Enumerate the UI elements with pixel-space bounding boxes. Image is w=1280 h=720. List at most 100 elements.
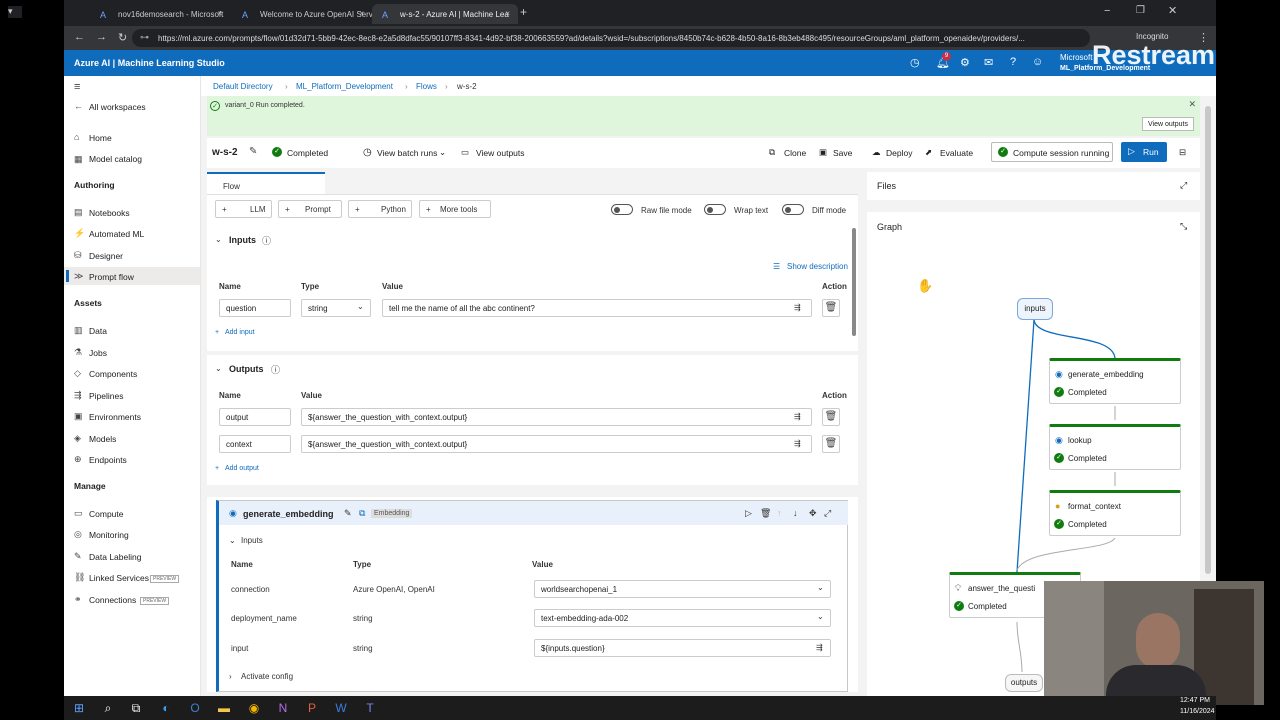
expand-icon[interactable]: ⤢ (824, 508, 831, 519)
deployment-select[interactable]: text-embedding-ada-002 (534, 609, 831, 627)
nav-jobs[interactable]: Jobs (89, 348, 107, 358)
close-icon[interactable]: × (217, 9, 222, 18)
output-value-field[interactable]: ${answer_the_question_with_context.outpu… (301, 408, 812, 426)
graph-inputs-node[interactable]: inputs (1017, 298, 1053, 320)
tab-search-icon[interactable]: ▾ (8, 6, 22, 18)
nav-linked-services[interactable]: Linked Services (89, 573, 149, 583)
all-workspaces-link[interactable]: All workspaces (89, 102, 146, 112)
python-tool-button[interactable]: + Python (348, 200, 412, 218)
output-name-field[interactable]: output (219, 408, 291, 426)
output-name-field[interactable]: context (219, 435, 291, 453)
view-outputs-banner-button[interactable]: View outputs (1142, 117, 1194, 131)
breadcrumb-workspace[interactable]: ML_Platform_Development (296, 82, 393, 91)
expand-text-icon[interactable]: ⇶ (794, 412, 801, 421)
pencil-icon[interactable]: ✎ (249, 146, 257, 157)
search-icon[interactable]: ⌕ (99, 699, 117, 717)
pencil-icon[interactable]: ✎ (344, 508, 352, 519)
account-name[interactable]: Microsoft (1060, 53, 1092, 62)
close-icon[interactable]: ✕ (1188, 99, 1196, 110)
browser-tab[interactable]: Anov16demosearch - Microsoft × (90, 4, 230, 24)
compute-session-button[interactable]: ✓ Compute session running (991, 142, 1113, 162)
word-icon[interactable]: W (332, 699, 350, 717)
reload-icon[interactable]: ↻ (118, 31, 127, 44)
prompt-tool-button[interactable]: + Prompt (278, 200, 342, 218)
expand-text-icon[interactable]: ⇶ (794, 439, 801, 448)
connection-select[interactable]: worldsearchopenai_1 (534, 580, 831, 598)
input-name-field[interactable]: question (219, 299, 291, 317)
panel-toggle-icon[interactable]: ⊟ (1179, 147, 1186, 158)
breadcrumb-directory[interactable]: Default Directory (213, 82, 273, 91)
edge-icon[interactable]: ◐ (157, 699, 175, 717)
chevron-down-icon[interactable]: ⌄ (215, 364, 222, 373)
onenote-icon[interactable]: N (274, 699, 292, 717)
info-icon[interactable]: ⓘ (262, 234, 271, 247)
nav-designer[interactable]: Designer (89, 251, 123, 261)
nav-home[interactable]: Home (89, 133, 112, 143)
window-close-icon[interactable]: ✕ (1168, 4, 1177, 17)
tab-flow[interactable]: Flow (207, 172, 325, 194)
play-icon[interactable]: ▷ (745, 508, 752, 519)
chevron-right-icon[interactable]: › (229, 672, 232, 681)
deploy-button[interactable]: Deploy (886, 148, 912, 158)
windows-start-icon[interactable]: ⊞ (70, 699, 88, 717)
nav-environments[interactable]: Environments (89, 412, 141, 422)
forward-icon[interactable]: → (96, 31, 107, 43)
delete-icon[interactable]: 🗑︎ (822, 435, 840, 453)
help-icon[interactable]: ? (1010, 56, 1016, 68)
nav-notebooks[interactable]: Notebooks (89, 208, 130, 218)
new-tab-icon[interactable]: + (520, 5, 527, 19)
arrow-up-icon[interactable]: ↑ (777, 508, 782, 518)
clone-button[interactable]: Clone (784, 148, 806, 158)
input-value-field[interactable]: ${inputs.question} (534, 639, 831, 657)
expand-text-icon[interactable]: ⇶ (794, 303, 801, 312)
add-input-link[interactable]: Add input (225, 329, 255, 336)
run-button[interactable]: ▷ Run (1121, 142, 1167, 162)
nav-components[interactable]: Components (89, 369, 137, 379)
nav-data-labeling[interactable]: Data Labeling (89, 552, 141, 562)
page-scrollbar[interactable] (1205, 106, 1211, 574)
add-output-link[interactable]: Add output (225, 465, 259, 472)
chevron-down-icon[interactable]: ⌄ (229, 536, 236, 545)
chevron-down-icon[interactable]: ⌄ (215, 235, 222, 244)
outlook-icon[interactable]: O (186, 699, 204, 717)
graph-node[interactable]: ◉ generate_embedding ✓ Completed (1049, 358, 1181, 404)
view-outputs-button[interactable]: View outputs (476, 148, 525, 158)
site-info-icon[interactable]: ⊶ (140, 32, 149, 43)
scrollbar[interactable] (852, 228, 856, 336)
smile-icon[interactable]: ☺ (1032, 56, 1043, 68)
close-icon[interactable]: × (505, 9, 510, 18)
input-value-field[interactable]: tell me the name of all the abc continen… (382, 299, 812, 317)
nav-connections[interactable]: Connections (89, 595, 136, 605)
nav-compute[interactable]: Compute (89, 509, 124, 519)
task-view-icon[interactable]: ⧉ (127, 699, 145, 717)
copy-icon[interactable]: ⧉ (359, 508, 365, 519)
diff-mode-toggle[interactable] (782, 204, 804, 215)
powerpoint-icon[interactable]: P (303, 699, 321, 717)
delete-icon[interactable]: 🗑︎ (822, 408, 840, 426)
llm-tool-button[interactable]: + LLM (215, 200, 272, 218)
arrow-down-icon[interactable]: ↓ (793, 508, 798, 518)
move-icon[interactable]: ✥ (809, 508, 817, 519)
nav-prompt-flow[interactable]: Prompt flow (89, 272, 134, 282)
chevron-down-icon[interactable]: ⌄ (439, 147, 446, 158)
nav-data[interactable]: Data (89, 326, 107, 336)
expand-icon[interactable]: ⤢ (1180, 180, 1187, 191)
browser-tab[interactable]: A Welcome to Azure OpenAI Serv × (232, 4, 372, 24)
activate-config-toggle[interactable]: Activate config (241, 672, 293, 681)
close-icon[interactable]: × (359, 9, 364, 18)
chrome-icon[interactable]: ◉ (245, 699, 263, 717)
file-explorer-icon[interactable]: ▬ (215, 699, 233, 717)
teams-icon[interactable]: T (361, 699, 379, 717)
browser-tab-active[interactable]: Aw-s-2 - Azure AI | Machine Lea × (372, 4, 518, 24)
minimize-icon[interactable]: − (1104, 5, 1110, 17)
view-batch-runs-button[interactable]: View batch runs (377, 148, 437, 158)
feedback-icon[interactable]: ✉ (984, 56, 993, 69)
nav-monitoring[interactable]: Monitoring (89, 530, 129, 540)
url-field[interactable]: https://ml.azure.com/prompts/flow/01d32d… (132, 29, 1090, 47)
gear-icon[interactable]: ⚙ (960, 56, 970, 69)
hamburger-icon[interactable]: ≡ (74, 81, 80, 93)
wrap-text-toggle[interactable] (704, 204, 726, 215)
delete-icon[interactable]: 🗑︎ (822, 299, 840, 317)
graph-node[interactable]: ● format_context ✓ Completed (1049, 490, 1181, 536)
history-icon[interactable]: ◷ (910, 56, 920, 69)
